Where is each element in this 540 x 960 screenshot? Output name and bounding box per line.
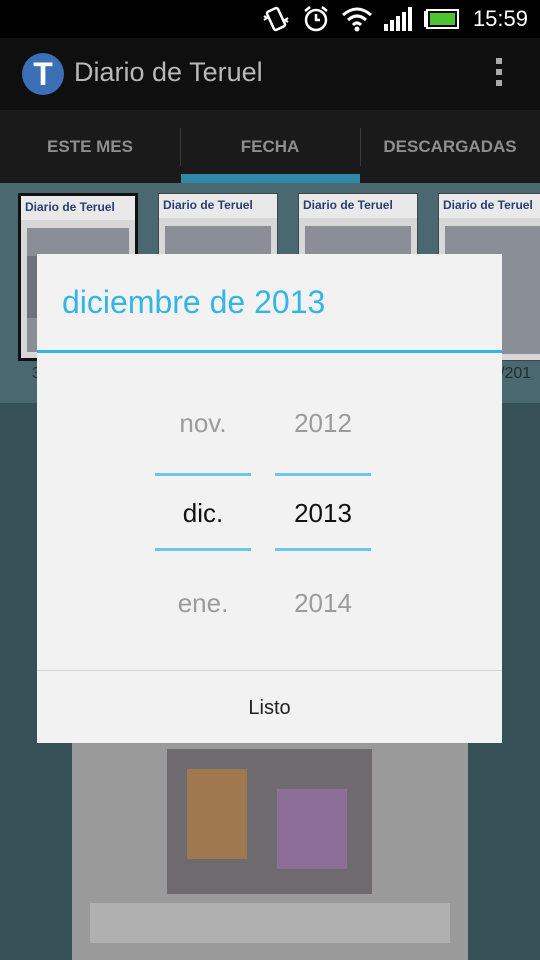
app-bar: T Diario de Teruel	[0, 38, 540, 110]
signal-icon	[383, 7, 412, 31]
status-bar: 15:59	[0, 0, 540, 38]
app-logo-letter: T	[33, 56, 53, 92]
app-logo-icon[interactable]: T	[22, 53, 64, 95]
thumbnail-masthead: Diario de Teruel	[439, 194, 540, 218]
month-picker-divider	[155, 473, 251, 476]
vibrate-icon	[263, 6, 289, 32]
year-picker-divider	[275, 548, 371, 551]
thumbnail-masthead: Diario de Teruel	[21, 196, 135, 220]
dialog-title: diciembre de 2013	[62, 284, 326, 320]
dialog-title-divider	[37, 350, 502, 353]
status-time: 15:59	[472, 6, 528, 31]
thumbnail-masthead: Diario de Teruel	[299, 194, 417, 218]
year-picker-next[interactable]: 2014	[275, 588, 371, 619]
year-picker-prev[interactable]: 2012	[275, 408, 371, 439]
tab-bar: ESTE MES FECHA DESCARGADAS	[0, 110, 540, 183]
tab-descargadas[interactable]: DESCARGADAS	[360, 110, 540, 183]
thumbnail-date: /201	[500, 365, 532, 382]
battery-icon	[423, 9, 459, 29]
month-picker-current[interactable]: dic.	[155, 498, 251, 529]
newspaper-page-preview[interactable]	[72, 743, 468, 960]
overflow-menu-icon[interactable]	[494, 58, 504, 92]
newspaper-advert	[90, 903, 450, 943]
year-picker-divider	[275, 473, 371, 476]
month-picker-prev[interactable]: nov.	[155, 408, 251, 439]
wifi-icon	[341, 7, 372, 32]
year-picker-current[interactable]: 2013	[275, 498, 371, 529]
tab-fecha[interactable]: FECHA	[180, 110, 360, 183]
alarm-icon	[304, 6, 328, 32]
month-picker-next[interactable]: ene.	[155, 588, 251, 619]
tab-selected-indicator	[181, 174, 360, 183]
date-picker-dialog: diciembre de 2013 nov. dic. ene. 2012 20…	[37, 254, 502, 743]
month-picker-divider	[155, 548, 251, 551]
app-title: Diario de Teruel	[74, 57, 263, 87]
tab-este-mes[interactable]: ESTE MES	[0, 110, 180, 183]
status-icons: 15:59	[261, 0, 540, 38]
newspaper-photo	[167, 749, 372, 894]
thumbnail-masthead: Diario de Teruel	[159, 194, 277, 218]
done-button[interactable]: Listo	[37, 671, 502, 743]
